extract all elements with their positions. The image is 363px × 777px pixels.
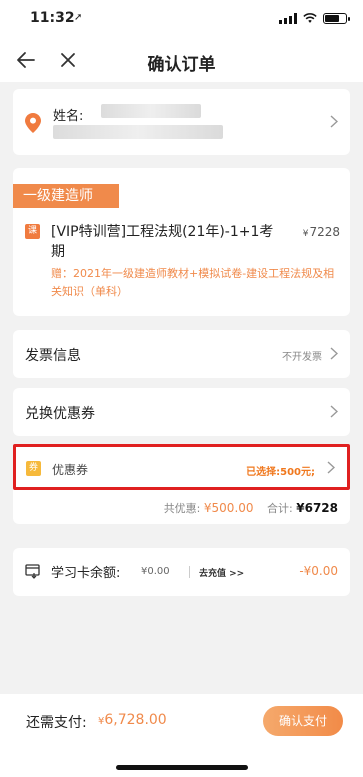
battery-icon	[323, 12, 350, 24]
discount-value: ¥500.00	[203, 501, 254, 515]
total-value: ¥6728	[296, 501, 338, 515]
gift-description: 赠：2021年一级建造师教材+模拟试卷-建设工程法规及相关知识（单科）	[51, 267, 335, 298]
exchange-coupon-label: 兑换优惠券	[25, 406, 95, 422]
chevron-right-icon	[327, 461, 335, 474]
recharge-link[interactable]: 去充值 >>	[199, 566, 244, 579]
wifi-icon	[303, 12, 317, 23]
location-arrow-icon: ➚	[74, 12, 83, 23]
amount-due-value: 6,728.00	[104, 712, 167, 728]
study-card-icon	[25, 564, 40, 579]
name-label: 姓名:	[53, 109, 84, 124]
address-card[interactable]: 姓名:	[13, 89, 350, 155]
study-card-row: 学习卡余额: ¥0.00 去充值 >> -¥0.00	[13, 548, 350, 596]
page-title: 确认订单	[147, 55, 216, 75]
invoice-value: 不开发票	[282, 352, 322, 363]
total-label: 合计:	[267, 502, 293, 515]
discount-label: 共优惠:	[163, 502, 201, 515]
redacted-name	[101, 104, 201, 118]
study-card-deduction: -¥0.00	[299, 564, 338, 578]
study-card-balance: ¥0.00	[141, 566, 170, 577]
coupon-card: 券 优惠券 已选择:500元; 共优惠: ¥500.00 合计: ¥6728	[13, 444, 350, 524]
order-totals: 共优惠: ¥500.00 合计: ¥6728	[164, 500, 338, 516]
coupon-badge-icon: 券	[26, 461, 41, 476]
divider	[189, 566, 190, 578]
coupon-selected: 已选择:500元;	[246, 467, 315, 478]
course-price: ¥7228	[303, 225, 340, 239]
chevron-right-icon	[330, 115, 338, 128]
location-pin-icon	[25, 113, 41, 133]
invoice-row[interactable]: 发票信息 不开发票	[13, 330, 350, 378]
course-badge-icon: 课	[25, 224, 40, 239]
coupon-row[interactable]: 券 优惠券 已选择:500元;	[13, 444, 350, 490]
exchange-coupon-row[interactable]: 兑换优惠券	[13, 388, 350, 436]
invoice-label: 发票信息	[25, 348, 81, 364]
status-bar: 11:32 ➚	[0, 0, 363, 38]
course-card: 一级建造师 课 [VIP特训营]工程法规(21年)-1+1考期 ¥7228 赠：…	[13, 168, 350, 316]
amount-due: ¥6,728.00	[98, 712, 167, 728]
status-time: 11:32	[30, 10, 75, 26]
chevron-right-icon	[330, 347, 338, 360]
currency-symbol: ¥	[302, 229, 309, 239]
chevron-right-icon	[330, 405, 338, 418]
study-card-label: 学习卡余额:	[51, 566, 121, 581]
nav-bar: 确认订单	[0, 38, 363, 82]
amount-due-label: 还需支付:	[26, 715, 87, 731]
coupon-label: 优惠券	[52, 463, 89, 477]
home-indicator	[116, 765, 248, 770]
price-value: 7228	[309, 225, 340, 239]
category-tag: 一级建造师	[13, 184, 119, 208]
course-name: [VIP特训营]工程法规(21年)-1+1考期	[51, 224, 274, 260]
status-icons	[279, 12, 350, 24]
redacted-address	[53, 125, 223, 139]
confirm-pay-button[interactable]: 确认支付	[263, 706, 343, 736]
signal-icon	[279, 12, 297, 24]
